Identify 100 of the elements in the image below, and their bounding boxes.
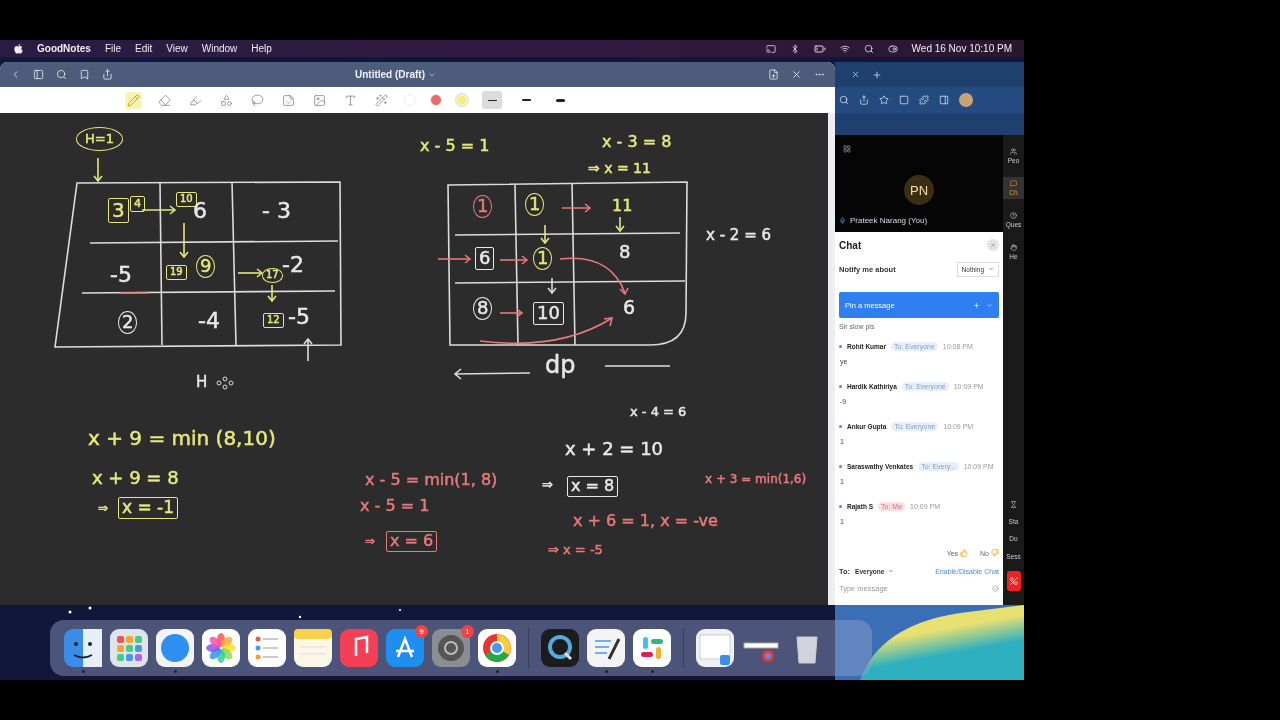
bluetooth-icon[interactable] — [789, 43, 800, 54]
puzzle-icon[interactable] — [919, 95, 929, 105]
arrow-drawing — [561, 203, 592, 213]
menu-item[interactable]: Window — [201, 43, 238, 54]
phone-icon — [1009, 577, 1018, 585]
line-drawing — [604, 365, 671, 367]
lasso-tool[interactable] — [249, 91, 266, 109]
handwritten-text: H — [196, 375, 208, 391]
arrow-drawing — [141, 205, 177, 215]
zoom-icon[interactable] — [839, 95, 849, 105]
handwritten-text: -5 — [110, 263, 132, 287]
mic-icon[interactable] — [839, 217, 846, 224]
handwritten-text: ⇒ x = 11 — [588, 161, 651, 176]
search-icon[interactable] — [56, 69, 67, 80]
circled-handwritten-text: 1 — [473, 195, 493, 218]
participant-name: Prateek Narang (You) — [850, 216, 928, 225]
question-icon — [1010, 212, 1017, 219]
profile-avatar[interactable] — [959, 93, 973, 107]
arrow-drawing — [179, 222, 189, 259]
checklist-icon[interactable] — [248, 629, 286, 667]
app-menu[interactable]: GoodNotes — [37, 43, 91, 54]
handwritten-text: 8 — [619, 243, 631, 262]
handwritten-text: x + 9 = min (8,10) — [88, 428, 276, 449]
share-icon[interactable] — [102, 69, 113, 80]
gear-icon[interactable] — [432, 629, 470, 667]
close-icon[interactable] — [851, 70, 860, 79]
apple-logo-icon[interactable] — [14, 43, 23, 54]
handwritten-text: ⇒ — [365, 535, 376, 548]
handwritten-text: -4 — [198, 309, 220, 333]
handwritten-text: x + 3 = min(1,6) — [705, 473, 807, 486]
chevron-down-icon — [888, 568, 895, 574]
handwritten-text: x - 4 = 6 — [630, 405, 687, 419]
hand-icon — [1010, 244, 1017, 251]
new-tab-icon[interactable] — [872, 69, 882, 80]
close-icon[interactable] — [791, 69, 802, 80]
wand-tool[interactable] — [373, 91, 390, 109]
hourglass-icon — [1010, 500, 1017, 508]
arrow-drawing — [559, 257, 629, 296]
menu-item[interactable]: View — [166, 43, 188, 54]
toggle-icon[interactable] — [887, 43, 898, 54]
app-grid-icon[interactable] — [110, 629, 148, 667]
boxed-handwritten-text: 19 — [166, 265, 187, 280]
boxed-handwritten-text: 3 — [108, 198, 129, 223]
search-icon[interactable] — [863, 43, 874, 54]
add-page-icon[interactable] — [768, 69, 779, 80]
flower-icon[interactable] — [202, 629, 240, 667]
battery-icon[interactable] — [813, 42, 826, 55]
boxed-handwritten-text: 10 — [533, 302, 564, 325]
handwritten-text: x - 5 = 1 — [420, 138, 490, 155]
handwritten-text: -2 — [282, 253, 304, 277]
side-panel-icon[interactable] — [939, 95, 949, 105]
share-icon[interactable] — [859, 95, 869, 105]
handwritten-text: x - 5 = 1 — [360, 498, 430, 515]
handwritten-text: x + 6 = 1, x = -ve — [573, 513, 718, 530]
underline-drawing — [119, 292, 149, 294]
close-icon — [990, 242, 996, 248]
magnifier-icon[interactable] — [541, 629, 579, 667]
color-swatch[interactable] — [456, 94, 468, 106]
window-title[interactable]: Untitled (Draft) — [355, 69, 425, 80]
arrow-drawing — [93, 157, 103, 183]
clock[interactable]: Wed 16 Nov 10:10 PM — [911, 43, 1012, 54]
handwritten-text: 6 — [623, 298, 636, 318]
handwritten-text: x + 9 = 8 — [92, 469, 179, 488]
menu-item[interactable]: Edit — [135, 43, 153, 54]
wifi-icon[interactable] — [839, 43, 850, 54]
pen-paper-icon[interactable] — [587, 629, 625, 667]
menu-item[interactable]: File — [104, 43, 121, 54]
extension-icon[interactable] — [899, 95, 909, 105]
color-swatch[interactable] — [430, 94, 442, 106]
handwritten-text: ⇒ x = -5 — [548, 543, 603, 557]
star-icon[interactable] — [879, 95, 889, 105]
letter-a-icon[interactable] — [386, 629, 424, 667]
notepad-icon[interactable] — [294, 629, 332, 667]
handwritten-text: dp — [545, 353, 576, 379]
arrow-drawing — [267, 284, 277, 303]
stroke-width-button[interactable] — [482, 91, 502, 109]
plus-icon[interactable] — [973, 301, 980, 309]
handwritten-text: x + 2 = 10 — [565, 440, 664, 459]
sidebar-icon[interactable] — [33, 69, 44, 80]
end-call-button[interactable] — [1006, 571, 1021, 591]
window-thumbnail-icon[interactable] — [696, 629, 734, 667]
handwritten-text: - 3 — [262, 199, 291, 223]
boxed-handwritten-text: x = -1 — [118, 497, 179, 519]
people-icon — [1010, 148, 1017, 155]
music-note-icon[interactable] — [340, 629, 378, 667]
chevron-down-icon — [988, 266, 994, 272]
avatar-initials: PN — [904, 175, 934, 205]
arrow-drawing — [237, 268, 264, 278]
chat-title: Chat — [839, 239, 862, 251]
finder-icon[interactable] — [64, 629, 102, 667]
grid-icon[interactable] — [843, 145, 851, 153]
status-dot — [839, 465, 842, 468]
handwritten-text: ⇒ — [542, 478, 553, 492]
cast-icon[interactable] — [765, 43, 776, 54]
bookmark-icon[interactable] — [79, 69, 90, 80]
menu-item[interactable]: Help — [251, 43, 272, 54]
handwritten-text: x - 5 = min(1, 8) — [365, 472, 498, 489]
boxed-handwritten-text: 4 — [130, 196, 145, 212]
boxed-handwritten-text: x = 8 — [567, 476, 619, 497]
status-dot — [839, 385, 842, 388]
